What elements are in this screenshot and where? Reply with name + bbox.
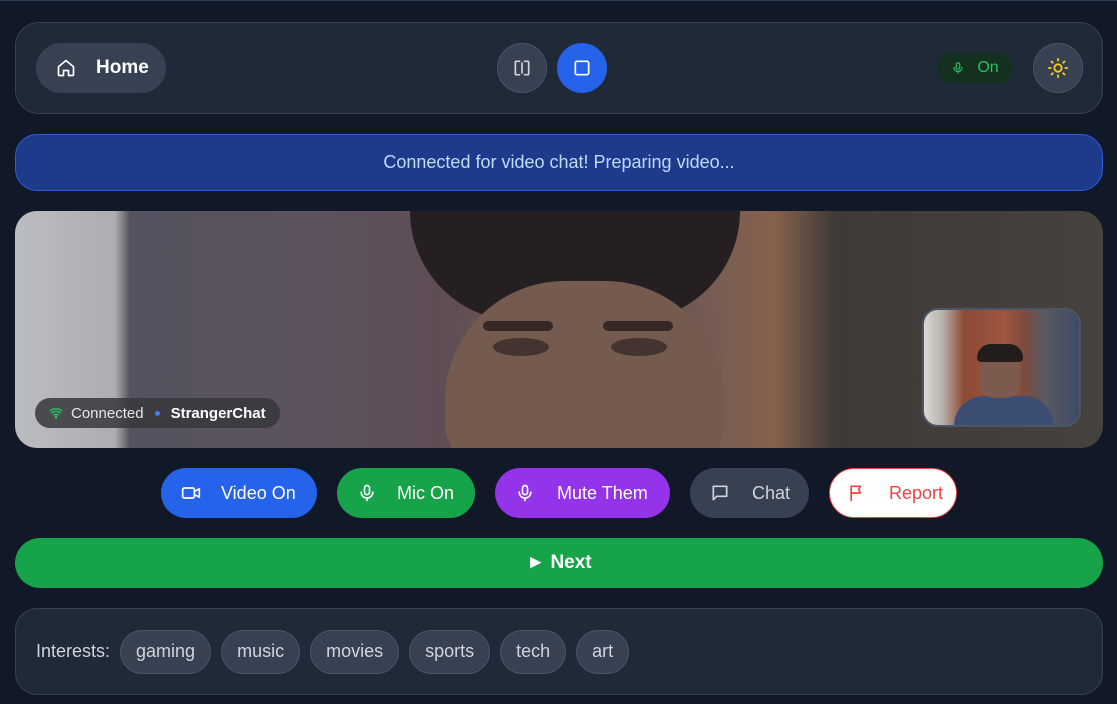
separator-dot (154, 410, 160, 416)
video-toggle-button[interactable]: Video On (161, 468, 317, 518)
mic-toggle-button[interactable]: Mic On (337, 468, 475, 518)
mute-them-label: Mute Them (557, 482, 648, 503)
chat-button-label: Chat (752, 482, 791, 503)
status-banner: Connected for video chat! Preparing vide… (15, 134, 1103, 191)
report-button[interactable]: Report (829, 468, 957, 518)
flag-icon (847, 483, 867, 503)
local-video-preview[interactable] (922, 308, 1081, 427)
interest-tag-sports[interactable]: sports (409, 629, 491, 674)
mic-toggle-label: Mic On (397, 482, 455, 503)
connection-status-badge: Connected StrangerChat (35, 398, 280, 428)
interest-tag-movies[interactable]: movies (310, 629, 400, 674)
interest-tag-gaming[interactable]: gaming (120, 629, 212, 674)
square-icon (572, 58, 592, 78)
mute-them-button[interactable]: Mute Them (495, 468, 670, 518)
mic-icon (515, 483, 535, 503)
interest-tag-tech[interactable]: tech (500, 629, 567, 674)
chat-button[interactable]: Chat (690, 468, 809, 518)
wifi-icon (49, 406, 63, 420)
interests-panel: Interests: gaming music movies sports te… (15, 608, 1103, 695)
home-button-label: Home (96, 57, 149, 78)
video-toggle-label: Video On (221, 482, 296, 503)
status-banner-text: Connected for video chat! Preparing vide… (383, 152, 735, 172)
mic-icon (951, 61, 965, 75)
home-icon (56, 58, 76, 78)
brand-name: StrangerChat (170, 404, 266, 422)
next-button[interactable]: ► Next (15, 538, 1103, 588)
connection-status-text: Connected (71, 404, 144, 422)
video-camera-icon (181, 483, 201, 503)
mic-status-label: On (977, 59, 999, 76)
mic-status-indicator: On (937, 53, 1013, 83)
split-view-button[interactable] (497, 43, 547, 93)
chat-bubble-icon (710, 483, 730, 503)
interest-tag-art[interactable]: art (576, 629, 630, 674)
interests-label: Interests: (36, 641, 111, 661)
theme-toggle-button[interactable] (1033, 43, 1083, 93)
mic-icon (357, 483, 377, 503)
report-button-label: Report (889, 482, 944, 503)
single-view-button[interactable] (557, 43, 607, 93)
next-button-label: ► Next (526, 552, 592, 573)
interest-tag-music[interactable]: music (221, 629, 301, 674)
top-navigation-bar: Home On (15, 22, 1103, 114)
split-view-icon (512, 58, 532, 78)
home-button[interactable]: Home (36, 43, 166, 93)
sun-icon (1047, 57, 1069, 79)
